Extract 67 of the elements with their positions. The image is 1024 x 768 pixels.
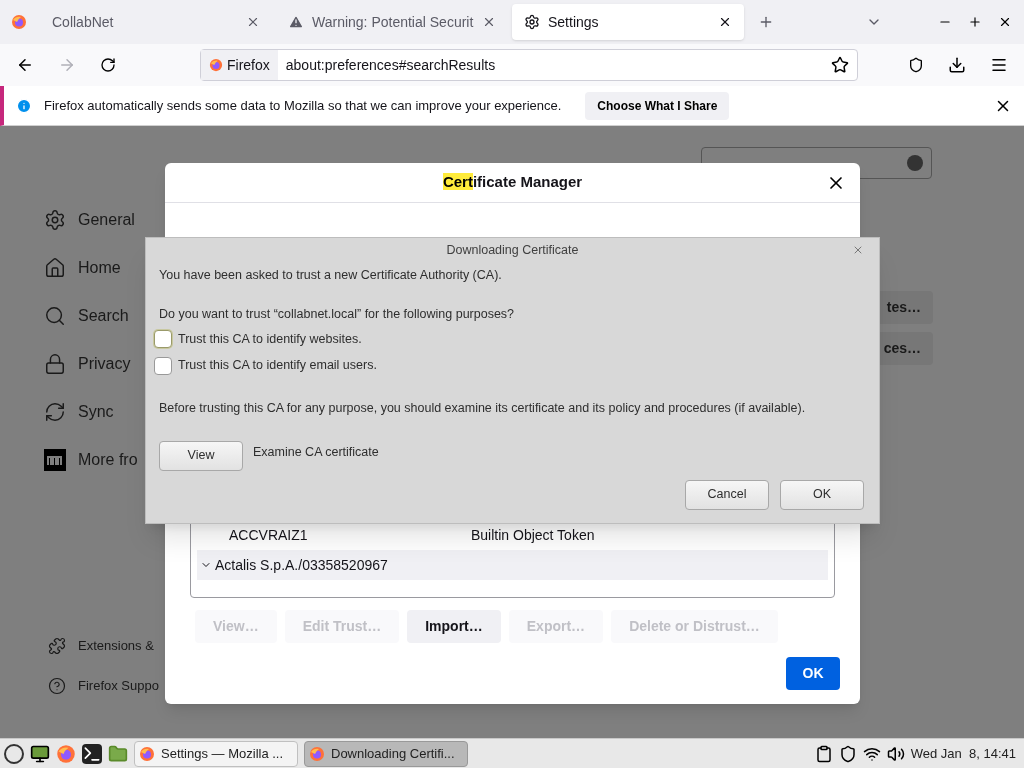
- menu-icon[interactable]: [990, 56, 1008, 74]
- clear-icon[interactable]: [907, 155, 923, 171]
- sync-icon: [44, 401, 66, 423]
- browser-tab[interactable]: Settings: [512, 4, 744, 40]
- identity-box[interactable]: Firefox: [201, 50, 278, 80]
- sidebar-footer-link[interactable]: Extensions &: [48, 636, 159, 656]
- maximize-icon[interactable]: [968, 15, 982, 29]
- advice-text: Before trusting this CA for any purpose, you should examine its certificate and its policy and procedures (if available).: [159, 400, 806, 417]
- certificate-action-button[interactable]: Import…: [407, 610, 501, 643]
- download-icon[interactable]: [948, 56, 966, 74]
- terminal-icon[interactable]: [82, 743, 102, 764]
- folder-icon[interactable]: [108, 743, 128, 764]
- home-icon: [44, 257, 66, 279]
- choose-what-i-share-button[interactable]: Choose What I Share: [585, 91, 730, 120]
- bookmark-star-icon[interactable]: [831, 56, 849, 74]
- browser-logo-icon: [209, 58, 223, 72]
- browser-tab[interactable]: Warning: Potential Securit: [276, 4, 508, 40]
- checkbox[interactable]: [154, 356, 172, 375]
- view-button[interactable]: View: [159, 440, 243, 471]
- back-icon[interactable]: [16, 56, 34, 74]
- sidebar-item[interactable]: Search: [44, 304, 138, 328]
- close-tab-icon[interactable]: [718, 15, 732, 29]
- url-text: about:preferences#searchResults: [285, 55, 497, 75]
- clock[interactable]: Wed Jan 8, 14:41: [910, 743, 1016, 764]
- checkbox[interactable]: [154, 329, 172, 348]
- ok-button[interactable]: OK: [780, 479, 864, 510]
- search-icon: [44, 305, 66, 327]
- sidebar-item[interactable]: Home: [44, 256, 138, 280]
- warning-icon: [288, 14, 304, 30]
- question-text: Do you want to trust “collabnet.local” for the following purposes?: [159, 305, 516, 323]
- gear-icon: [524, 14, 540, 30]
- browser-tab[interactable]: CollabNet: [40, 4, 272, 40]
- taskbar-window-button[interactable]: Downloading Certifi...: [304, 740, 468, 767]
- shield-icon[interactable]: [838, 744, 857, 763]
- help-icon: [48, 677, 66, 695]
- puzzle-icon: [48, 637, 66, 655]
- m-logo-icon: [44, 449, 66, 471]
- notification-text: Firefox automatically sends some data to Mozilla so that we can improve your experience.: [44, 96, 562, 115]
- certificate-row[interactable]: ACCVRAIZ1 Builtin Object Token: [197, 520, 828, 550]
- taskbar-window-button[interactable]: Settings — Mozilla ...: [134, 740, 298, 767]
- start-menu-icon[interactable]: [4, 743, 24, 764]
- device-cell-text: Builtin Object Token: [471, 525, 595, 545]
- intro-text: You have been asked to trust a new Certificate Authority (CA).: [159, 267, 503, 284]
- gear-icon: [44, 209, 66, 231]
- sidebar-item[interactable]: Privacy: [44, 352, 138, 376]
- browser-logo-icon: [309, 745, 325, 762]
- sidebar-item[interactable]: Sync: [44, 400, 138, 424]
- dialog-title: Downloading Certificate: [446, 241, 579, 259]
- sidebar-item[interactable]: More fro: [44, 448, 138, 472]
- info-icon: [16, 97, 32, 114]
- close-window-icon[interactable]: [998, 15, 1012, 29]
- ok-button[interactable]: OK: [786, 657, 840, 690]
- lock-icon: [44, 353, 66, 375]
- certificate-row[interactable]: Actalis S.p.A./03358520967: [197, 550, 828, 580]
- browser-logo-icon: [56, 743, 76, 764]
- sidebar-item[interactable]: General: [44, 208, 138, 232]
- view-label: Examine CA certificate: [253, 444, 379, 462]
- cancel-button[interactable]: Cancel: [685, 479, 769, 510]
- desktop-icon[interactable]: [30, 743, 50, 764]
- volume-icon[interactable]: [886, 744, 905, 763]
- sidebar-footer-link[interactable]: Firefox Suppo: [48, 676, 159, 696]
- browser-logo-icon: [11, 14, 27, 30]
- reload-icon[interactable]: [100, 57, 116, 73]
- browser-logo-icon: [139, 745, 155, 762]
- clipboard-icon[interactable]: [814, 744, 833, 763]
- address-bar[interactable]: Firefox about:preferences#searchResults: [200, 49, 858, 81]
- new-tab-icon[interactable]: [758, 14, 774, 30]
